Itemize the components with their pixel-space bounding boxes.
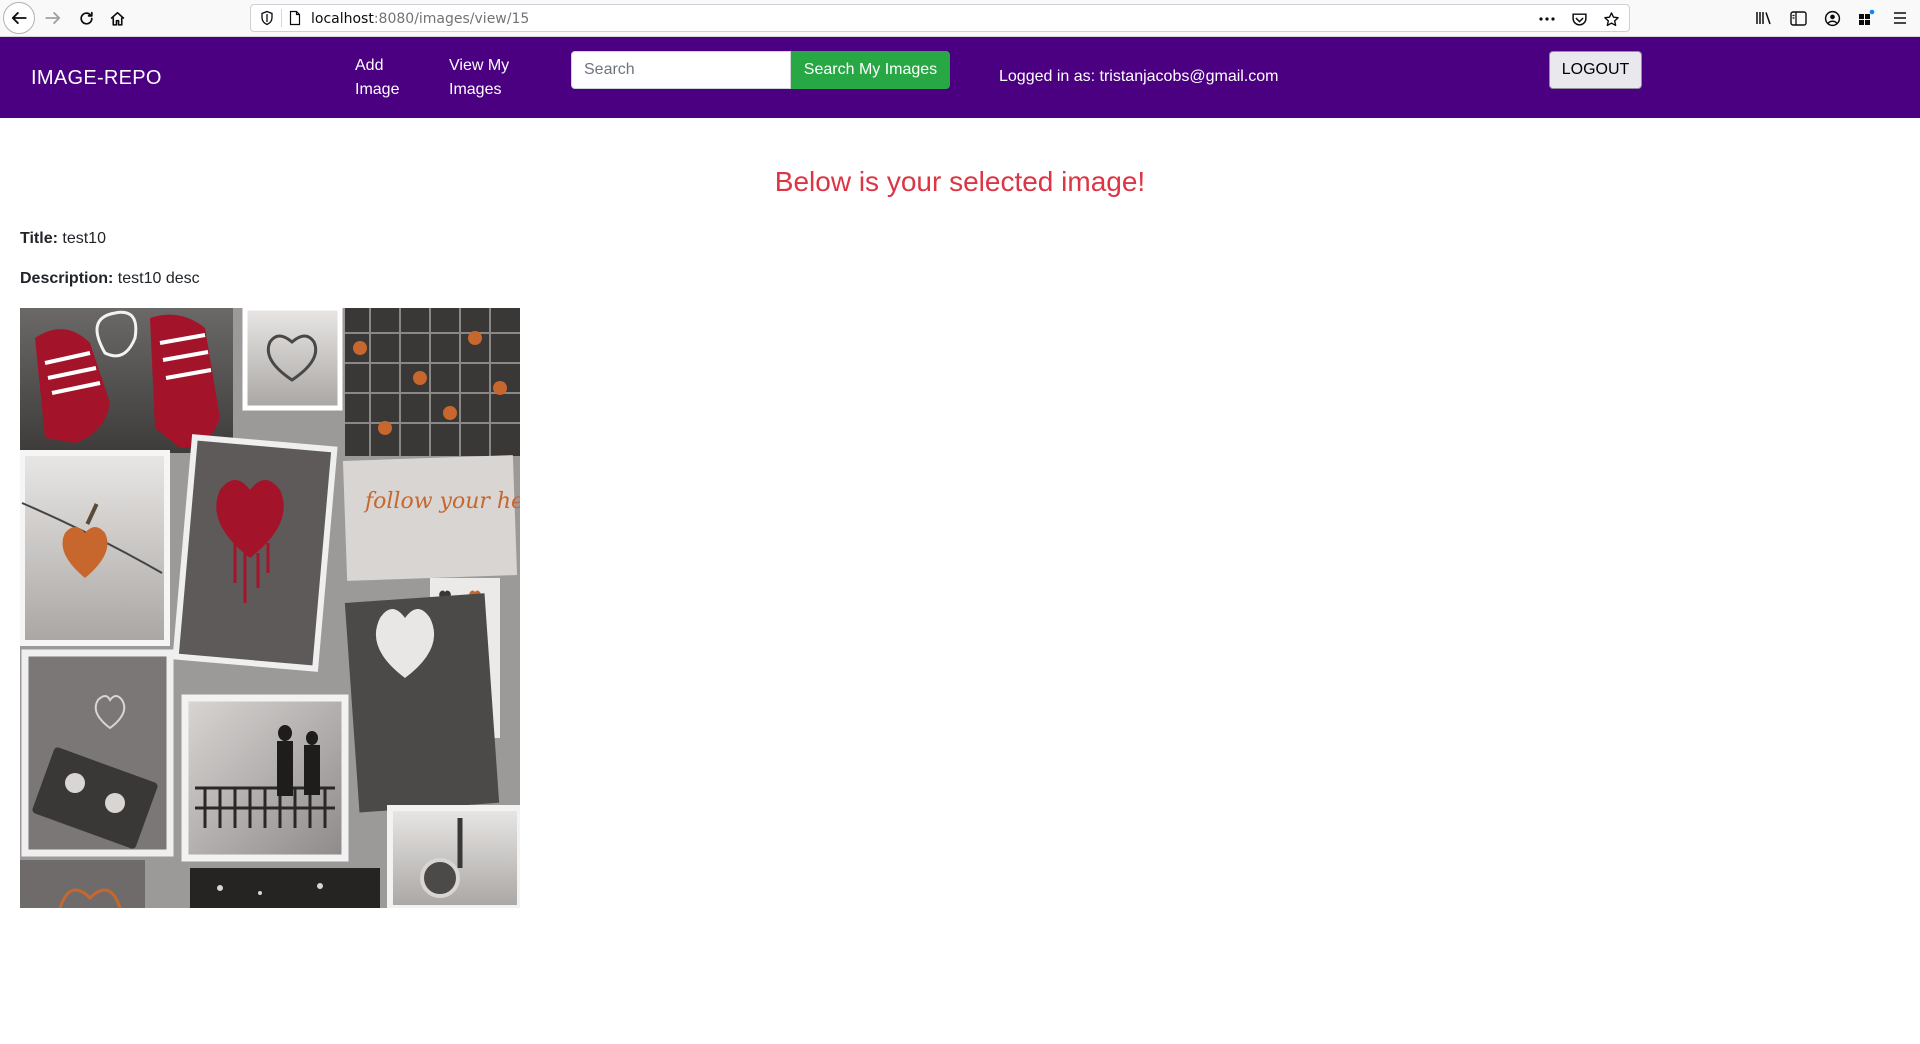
url-path: :8080/images/view/15 <box>373 11 530 27</box>
title-value: test10 <box>62 230 106 247</box>
heart-sketch-photo <box>242 308 343 411</box>
page-actions-icon[interactable] <box>1537 9 1557 29</box>
library-icon[interactable] <box>1754 8 1774 28</box>
pocket-icon[interactable] <box>1569 9 1589 29</box>
page-icon[interactable] <box>287 10 303 31</box>
description-label: Description: <box>20 270 114 287</box>
camera-photo <box>387 805 520 908</box>
app-navbar: IMAGE-REPO Add Image View My Images Sear… <box>0 37 1920 118</box>
menu-icon[interactable] <box>1890 8 1910 28</box>
reload-icon <box>79 11 93 25</box>
back-button[interactable] <box>3 2 35 34</box>
extensions-icon[interactable] <box>1856 8 1876 28</box>
selected-image: follow your heart <box>20 308 520 908</box>
image-description-row: Description: test10 desc <box>20 270 200 288</box>
nav-add-image[interactable]: Add Image <box>355 54 415 102</box>
note-text: follow your heart <box>363 489 520 514</box>
page-heading: Below is your selected image! <box>774 166 1146 197</box>
shield-icon[interactable] <box>259 10 275 31</box>
url-divider <box>281 9 282 27</box>
forward-button[interactable] <box>37 2 69 34</box>
title-label: Title: <box>20 230 58 247</box>
search-button[interactable]: Search My Images <box>791 51 950 89</box>
home-button[interactable] <box>101 2 133 34</box>
url-text[interactable]: localhost:8080/images/view/15 <box>311 11 529 27</box>
reload-button[interactable] <box>70 2 102 34</box>
arrow-right-icon <box>45 12 61 24</box>
nav-view-my-images[interactable]: View My Images <box>449 54 524 102</box>
url-bar[interactable]: localhost:8080/images/view/15 <box>250 4 1630 32</box>
love-locks-photo <box>345 308 520 456</box>
search-input[interactable] <box>571 51 791 89</box>
logged-in-user: Logged in as: tristanjacobs@gmail.com <box>999 68 1279 85</box>
sidebar-icon[interactable] <box>1788 8 1808 28</box>
account-icon[interactable] <box>1822 8 1842 28</box>
url-host: localhost <box>311 11 374 27</box>
bookmark-star-icon[interactable] <box>1601 9 1621 29</box>
follow-your-heart-note <box>342 455 518 581</box>
collage-image: follow your heart <box>20 308 520 908</box>
brand-link[interactable]: IMAGE-REPO <box>31 67 162 90</box>
logout-button[interactable]: LOGOUT <box>1549 51 1642 89</box>
description-value: test10 desc <box>117 270 200 287</box>
browser-toolbar: localhost:8080/images/view/15 <box>0 0 1920 37</box>
couple-photo <box>181 694 349 862</box>
image-title-row: Title: test10 <box>20 230 106 248</box>
home-icon <box>110 11 124 26</box>
arrow-left-icon <box>11 12 27 24</box>
